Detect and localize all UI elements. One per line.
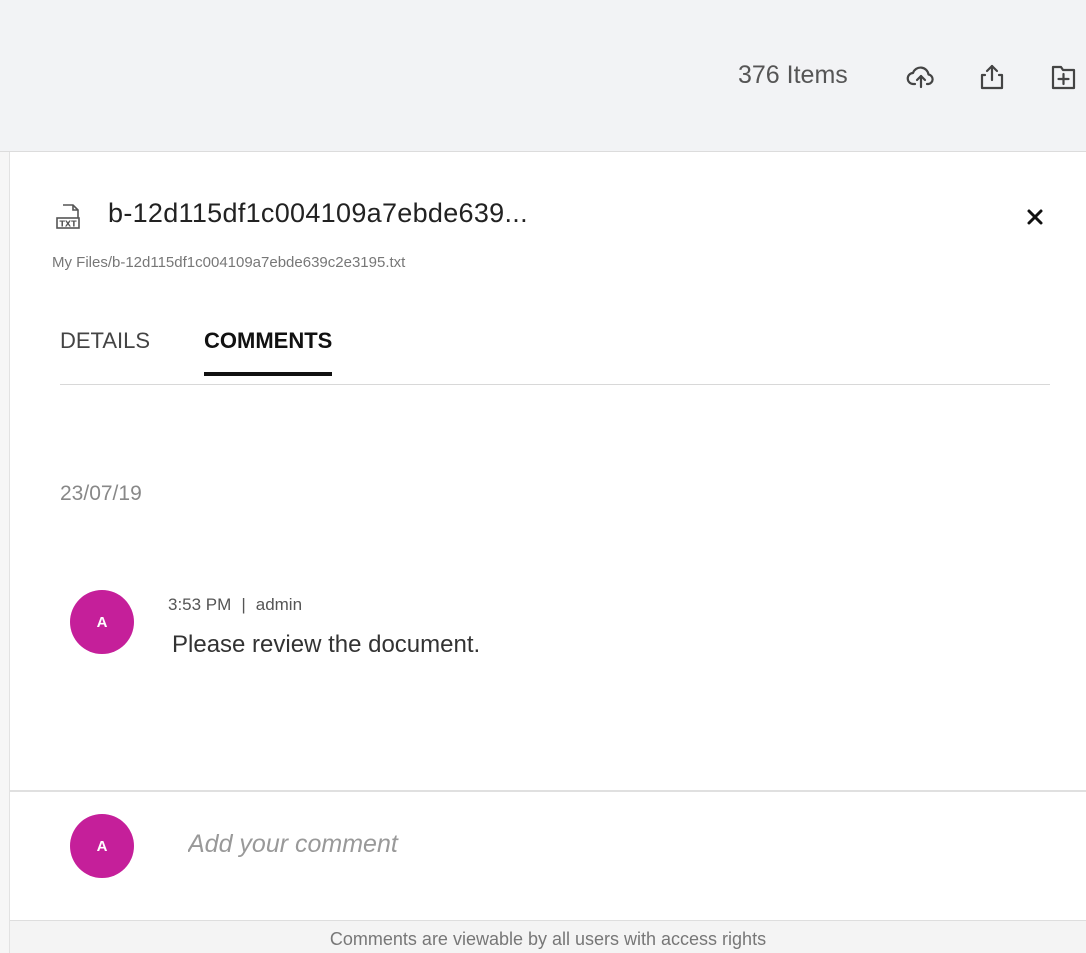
comment-input[interactable]: [188, 822, 1048, 866]
item-count: 376 Items: [738, 61, 848, 89]
svg-text:TXT: TXT: [59, 220, 77, 229]
meta-separator: |: [241, 595, 246, 614]
txt-file-icon: TXT: [54, 202, 84, 232]
comment-meta: 3:53 PM | admin: [168, 595, 302, 615]
comment-time: 3:53 PM: [168, 595, 232, 614]
comment-author: admin: [255, 595, 303, 614]
tab-details[interactable]: DETAILS: [60, 328, 150, 372]
tab-comments[interactable]: COMMENTS: [204, 328, 333, 376]
close-icon[interactable]: [1022, 204, 1048, 230]
composer-avatar: A: [70, 814, 134, 878]
panel-tabs: DETAILS COMMENTS: [60, 322, 1050, 385]
cloud-upload-icon[interactable]: [904, 60, 938, 94]
file-title: b-12d115df1c004109a7ebde639...: [108, 198, 528, 228]
top-toolbar: 376 Items: [0, 0, 1086, 152]
file-details-panel: TXT b-12d115df1c004109a7ebde639... My Fi…: [10, 152, 1086, 953]
avatar: A: [70, 590, 134, 654]
file-path: My Files/b-12d115df1c004109a7ebde639c2e3…: [52, 254, 406, 271]
comment-date-group: 23/07/19: [60, 482, 142, 505]
comments-visibility-notice: Comments are viewable by all users with …: [10, 920, 1086, 953]
comment-text: Please review the document.: [172, 631, 481, 658]
comment-composer: A: [10, 790, 1086, 920]
new-folder-icon[interactable]: [1046, 60, 1080, 94]
left-edge-strip: [0, 152, 10, 953]
share-export-icon[interactable]: [975, 60, 1009, 94]
